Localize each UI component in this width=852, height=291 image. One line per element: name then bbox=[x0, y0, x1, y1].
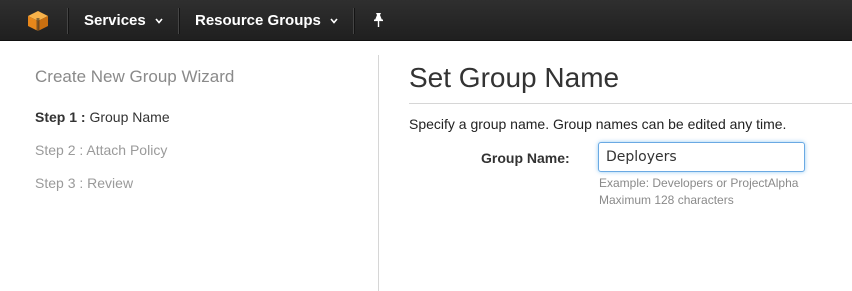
step-number: Step 2 : bbox=[35, 142, 84, 158]
wizard-title: Create New Group Wizard bbox=[35, 67, 235, 86]
wizard-step-attach-policy[interactable]: Step 2 : Attach Policy bbox=[35, 142, 167, 158]
nav-separator bbox=[67, 8, 68, 34]
nav-separator bbox=[353, 8, 354, 34]
step-label: Review bbox=[87, 175, 134, 191]
aws-cube-icon[interactable] bbox=[27, 10, 49, 32]
nav-separator bbox=[178, 8, 179, 34]
step-number: Step 1 : bbox=[35, 109, 86, 125]
step-label: Attach Policy bbox=[86, 142, 168, 158]
group-name-label: Group Name: bbox=[481, 150, 570, 166]
chevron-down-icon bbox=[155, 17, 163, 24]
group-name-max-hint: Maximum 128 characters bbox=[599, 193, 734, 207]
top-nav-bar: Services Resource Groups bbox=[0, 0, 852, 41]
chevron-down-icon bbox=[330, 17, 338, 24]
resource-groups-label: Resource Groups bbox=[195, 12, 321, 29]
group-name-example-hint: Example: Developers or ProjectAlpha bbox=[599, 176, 799, 190]
title-divider bbox=[409, 103, 852, 104]
page-title: Set Group Name bbox=[409, 62, 620, 93]
services-label: Services bbox=[84, 12, 146, 29]
resource-groups-menu[interactable]: Resource Groups bbox=[195, 0, 339, 41]
step-number: Step 3 : bbox=[35, 175, 84, 191]
wizard-step-review[interactable]: Step 3 : Review bbox=[35, 175, 133, 191]
wizard-step-group-name[interactable]: Step 1 : Group Name bbox=[35, 109, 170, 125]
panel-divider bbox=[378, 55, 379, 291]
pin-icon[interactable] bbox=[370, 12, 386, 28]
group-name-input[interactable] bbox=[598, 142, 805, 172]
page-description: Specify a group name. Group names can be… bbox=[409, 116, 787, 132]
step-label: Group Name bbox=[89, 109, 170, 125]
services-menu[interactable]: Services bbox=[84, 0, 164, 41]
